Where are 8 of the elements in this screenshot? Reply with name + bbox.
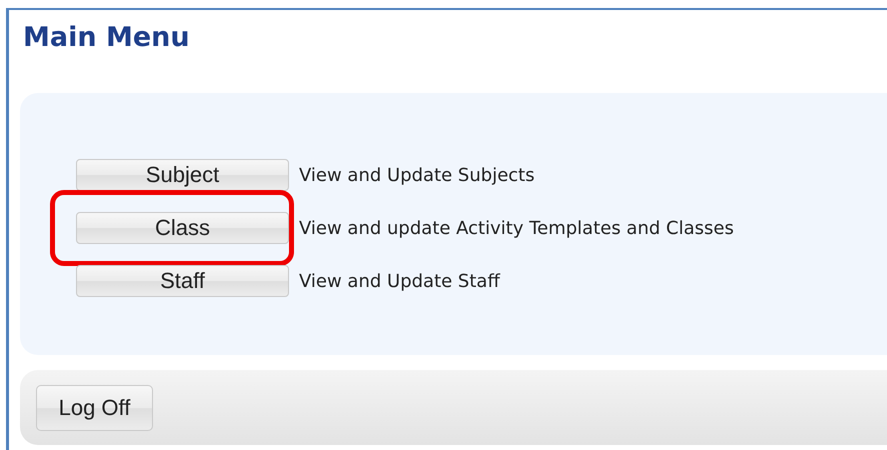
menu-button[interactable]: Staff (76, 265, 289, 297)
menu-button[interactable]: Subject (76, 159, 289, 191)
log-off-button[interactable]: Log Off (36, 384, 153, 430)
menu-button[interactable]: Class (76, 212, 289, 244)
menu-description: View and Update Subjects (299, 164, 535, 186)
page-title: Main Menu (23, 22, 190, 53)
menu-description: View and update Activity Templates and Classes (299, 218, 734, 238)
menu-description: View and Update Staff (299, 270, 500, 292)
